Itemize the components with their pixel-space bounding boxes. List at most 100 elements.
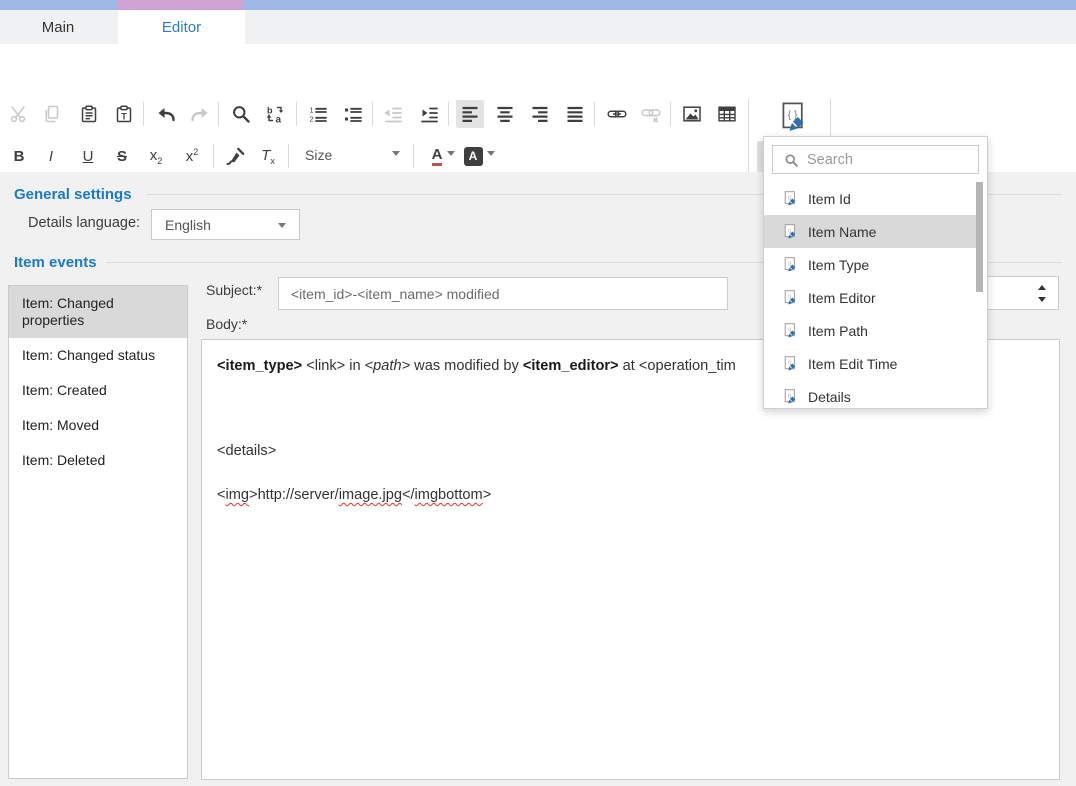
divider xyxy=(296,102,297,126)
tag-icon: () xyxy=(782,223,798,240)
background-color-icon: A xyxy=(464,147,483,166)
undo-button[interactable] xyxy=(153,100,181,128)
chevron-down-icon xyxy=(278,223,286,228)
tag-icon: () xyxy=(782,289,798,306)
insert-tag-button[interactable]: { } xyxy=(774,97,812,137)
event-item-created[interactable]: Item: Created xyxy=(9,373,187,408)
cut-button xyxy=(5,100,33,128)
menu-item-item-id[interactable]: ()Item Id xyxy=(764,182,979,215)
replace-button[interactable]: ba xyxy=(261,100,289,128)
divider xyxy=(213,144,214,168)
table-icon xyxy=(717,104,737,124)
strikethrough-button[interactable]: S xyxy=(108,142,136,170)
subscript-button[interactable]: x2 xyxy=(142,142,170,170)
format-painter-button[interactable] xyxy=(222,142,250,170)
body-line-2: <details> xyxy=(217,443,276,459)
spinner-up-icon[interactable] xyxy=(1038,285,1046,290)
unlink-button xyxy=(637,100,665,128)
divider xyxy=(748,99,749,177)
table-button[interactable] xyxy=(713,100,741,128)
divider xyxy=(218,102,219,126)
tag-item-list: ()Item Id ()Item Name ()Item Type ()Item… xyxy=(764,182,979,413)
indent-icon xyxy=(419,104,439,124)
paste-icon xyxy=(79,104,99,124)
copy-button xyxy=(38,100,66,128)
top-accent-strip xyxy=(0,0,1076,10)
remove-format-button[interactable]: Tx xyxy=(254,142,282,170)
font-size-dropdown[interactable]: Size xyxy=(305,147,332,163)
details-language-select[interactable]: English xyxy=(151,209,300,240)
search-button[interactable] xyxy=(227,100,255,128)
active-tab-accent xyxy=(118,0,244,10)
event-item-moved[interactable]: Item: Moved xyxy=(9,408,187,443)
link-icon xyxy=(607,104,627,124)
unlink-icon xyxy=(641,104,661,124)
event-item-deleted[interactable]: Item: Deleted xyxy=(9,443,187,478)
font-color-button[interactable]: A xyxy=(423,142,451,170)
numbered-list-icon: 12 xyxy=(308,104,328,124)
italic-button[interactable]: I xyxy=(37,142,65,170)
underline-button[interactable]: U xyxy=(74,142,102,170)
align-left-button[interactable] xyxy=(456,100,484,128)
chevron-down-icon[interactable] xyxy=(487,151,495,156)
tag-search-input[interactable] xyxy=(773,146,978,173)
tab-editor[interactable]: Editor xyxy=(118,10,245,44)
justify-button[interactable] xyxy=(561,100,589,128)
cut-icon xyxy=(9,104,29,124)
align-center-icon xyxy=(495,104,515,124)
details-language-label: Details language: xyxy=(28,215,140,231)
body-line-1: <item_type> <link> in <path> was modifie… xyxy=(217,358,736,374)
svg-text:a: a xyxy=(276,115,282,125)
spinner-down-icon[interactable] xyxy=(1038,297,1046,302)
svg-text:T: T xyxy=(121,112,127,122)
align-center-button[interactable] xyxy=(491,100,519,128)
tag-icon: () xyxy=(782,190,798,207)
chevron-down-icon[interactable] xyxy=(392,151,400,156)
menu-item-item-type[interactable]: ()Item Type xyxy=(764,248,979,281)
bullet-list-icon xyxy=(343,104,363,124)
tab-bar: Main Editor xyxy=(0,10,1076,44)
redo-icon xyxy=(189,104,209,124)
indent-button[interactable] xyxy=(415,100,443,128)
search-icon xyxy=(231,104,251,124)
menu-item-item-editor[interactable]: ()Item Editor xyxy=(764,281,979,314)
subject-label: Subject:* xyxy=(206,282,262,298)
divider xyxy=(448,102,449,126)
outdent-button xyxy=(379,100,407,128)
numbered-list-button[interactable]: 12 xyxy=(304,100,332,128)
scrollbar-thumb[interactable] xyxy=(976,182,983,292)
event-item-changed-status[interactable]: Item: Changed status xyxy=(9,338,187,373)
bullet-list-button[interactable] xyxy=(339,100,367,128)
paste-as-text-button[interactable]: T xyxy=(110,100,138,128)
menu-item-item-path[interactable]: ()Item Path xyxy=(764,314,979,347)
justify-icon xyxy=(565,104,585,124)
format-painter-icon xyxy=(226,146,246,166)
insert-tag-icon: { } xyxy=(777,101,809,133)
tab-main[interactable]: Main xyxy=(18,10,98,44)
subject-input[interactable] xyxy=(278,277,728,310)
background-color-button[interactable]: A xyxy=(459,142,487,170)
divider xyxy=(143,102,144,126)
paste-button[interactable] xyxy=(75,100,103,128)
image-icon xyxy=(682,104,702,124)
event-item-changed-properties[interactable]: Item: Changed properties xyxy=(9,286,187,338)
font-color-icon: A xyxy=(432,147,443,166)
menu-item-item-name[interactable]: ()Item Name xyxy=(764,215,979,248)
align-right-button[interactable] xyxy=(526,100,554,128)
divider xyxy=(594,102,595,126)
link-button[interactable] xyxy=(603,100,631,128)
image-button[interactable] xyxy=(678,100,706,128)
chevron-down-icon[interactable] xyxy=(447,151,455,156)
copy-icon xyxy=(42,104,62,124)
tag-icon: () xyxy=(782,355,798,372)
superscript-button[interactable]: x2 xyxy=(178,142,206,170)
menu-item-details[interactable]: ()Details xyxy=(764,380,979,413)
bold-button[interactable]: B xyxy=(5,142,33,170)
menu-item-item-edit-time[interactable]: ()Item Edit Time xyxy=(764,347,979,380)
general-settings-heading: General settings xyxy=(14,186,132,203)
body-label: Body:* xyxy=(206,316,247,332)
search-icon xyxy=(784,153,799,168)
insert-tag-menu: ()Item Id ()Item Name ()Item Type ()Item… xyxy=(763,136,988,409)
redo-button xyxy=(185,100,213,128)
divider xyxy=(413,144,414,168)
